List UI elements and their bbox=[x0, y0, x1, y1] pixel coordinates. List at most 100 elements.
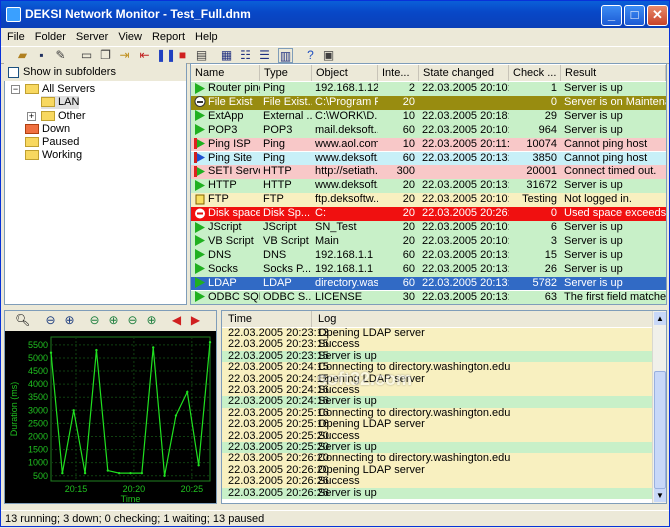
y-tick-label: 1500 bbox=[28, 445, 48, 455]
scroll-down-icon[interactable]: ▼ bbox=[654, 489, 666, 502]
wizard-icon[interactable]: ✎ bbox=[53, 48, 68, 63]
maximize-button[interactable]: □ bbox=[624, 5, 645, 26]
column-header[interactable]: Type bbox=[260, 65, 312, 81]
menu-view[interactable]: View bbox=[114, 31, 146, 43]
table-row[interactable]: ODBC SQL ODBC S... LICENSE 30 22.03.2005 20:… bbox=[191, 290, 666, 305]
log-row[interactable]: 22.03.2005 20:24:15 Connecting to directo… bbox=[222, 361, 652, 374]
large-icons-icon[interactable]: ▦ bbox=[219, 48, 234, 63]
tree-item-all-servers[interactable]: All Servers bbox=[25, 83, 95, 96]
export-icon[interactable]: ⇤ bbox=[137, 48, 152, 63]
log-col-log[interactable]: Log bbox=[318, 311, 336, 327]
tree-item-lan[interactable]: LAN bbox=[41, 96, 80, 109]
new-icon[interactable]: ▭ bbox=[79, 48, 94, 63]
zoom-out-icon[interactable]: ⊖ bbox=[43, 313, 58, 328]
server-grid: Name Type Object Inte... State changed Check … bbox=[191, 65, 666, 305]
table-row[interactable]: DNS DNS 192.168.1.1 60 22.03.2005 20:13:23 15… bbox=[191, 248, 666, 263]
data-point bbox=[163, 474, 166, 477]
tree-item-label: Paused bbox=[42, 136, 80, 148]
pause-icon[interactable]: ❚❚ bbox=[156, 48, 176, 63]
server-name: Ping ISP bbox=[208, 137, 251, 150]
table-row[interactable]: ExtApp External ... C:\WORK\D... 10 22.03.20… bbox=[191, 109, 666, 124]
cell-changed: 22.03.2005 20:13:17 bbox=[422, 179, 509, 192]
log-scrollbar[interactable]: ▲ ▼ bbox=[652, 311, 666, 503]
zoom-y-in-icon[interactable]: ⊕ bbox=[144, 313, 159, 328]
zoom-x-in-icon[interactable]: ⊕ bbox=[106, 313, 121, 328]
table-row[interactable]: Router pingPing 192.168.1.127 2 22.03.2005 … bbox=[191, 82, 666, 96]
cell-interval: 2 bbox=[408, 82, 415, 94]
folder-icon bbox=[25, 150, 39, 161]
cell-check: 1 bbox=[550, 82, 557, 94]
table-row[interactable]: FTP FTP ftp.deksoftw... 20 22.03.2005 20:10:… bbox=[191, 193, 666, 208]
column-header[interactable]: Name bbox=[191, 65, 260, 81]
table-row[interactable]: JScript JScript SN_Test 20 22.03.2005 20:10:… bbox=[191, 221, 666, 235]
cell-result: Not logged in. bbox=[564, 193, 632, 206]
cell-object: LICENSE bbox=[315, 290, 363, 303]
table-row[interactable]: Socks Socks P... 192.168.1.1 60 22.03.2005 2… bbox=[191, 262, 666, 277]
small-icons-icon[interactable]: ☷ bbox=[238, 48, 253, 63]
column-header[interactable]: State changed bbox=[419, 65, 509, 81]
properties-icon[interactable]: ▤ bbox=[194, 48, 209, 63]
table-row[interactable]: HTTP HTTP www.deksoft... 20 22.03.2005 20:13… bbox=[191, 179, 666, 194]
save-icon[interactable]: ▪ bbox=[34, 48, 49, 63]
zoom-y-out-icon[interactable]: ⊖ bbox=[125, 313, 140, 328]
zoom-in-icon[interactable]: ⊕ bbox=[62, 313, 77, 328]
help-icon[interactable]: ? bbox=[303, 48, 318, 63]
stop-icon[interactable]: ■ bbox=[175, 48, 190, 63]
subfolders-checkbox[interactable] bbox=[8, 66, 19, 78]
cell-object: www.deksoft... bbox=[315, 179, 378, 192]
menu-server[interactable]: Server bbox=[72, 31, 112, 43]
table-row[interactable]: Ping Site Ping www.deksoft... 60 22.03.2005 … bbox=[191, 151, 666, 166]
menu-help[interactable]: Help bbox=[191, 31, 222, 43]
scroll-thumb[interactable] bbox=[654, 371, 666, 489]
table-row[interactable]: LDAP LDAP directory.was... 60 22.03.2005 20:… bbox=[191, 276, 666, 291]
cell-interval: 10 bbox=[402, 109, 415, 122]
cell-interval: 20 bbox=[402, 95, 415, 108]
table-row[interactable]: VB Script VB Script Main 20 22.03.2005 20:10… bbox=[191, 234, 666, 249]
about-icon[interactable]: ▣ bbox=[321, 48, 336, 63]
tree-item-working[interactable]: Working bbox=[25, 149, 82, 162]
show-subfolders[interactable]: Show in subfolders bbox=[4, 63, 186, 81]
title-bar[interactable]: DEKSI Network Monitor - Test_Full.dnm _ … bbox=[1, 1, 669, 28]
copy-icon[interactable]: ❐ bbox=[98, 48, 113, 63]
column-header[interactable]: Result bbox=[561, 65, 666, 81]
table-row[interactable]: SETI ServerHTTP http://setiath... 300 20001… bbox=[191, 165, 666, 180]
close-button[interactable]: ✕ bbox=[647, 5, 668, 26]
cell-changed: 22.03.2005 20:13:33 bbox=[422, 276, 509, 289]
menu-file[interactable]: File bbox=[3, 31, 29, 43]
menu-folder[interactable]: Folder bbox=[31, 31, 70, 43]
log-row[interactable]: 22.03.2005 20:26:26 Server is up bbox=[222, 487, 652, 499]
status-up-icon bbox=[194, 277, 206, 289]
log-col-time[interactable]: Time bbox=[228, 311, 312, 327]
column-header[interactable]: Inte... bbox=[378, 65, 419, 81]
status-up-icon bbox=[194, 82, 206, 94]
log-row[interactable]: 22.03.2005 20:25:16 Opening LDAP server bbox=[222, 418, 652, 431]
tree-item-paused[interactable]: Paused bbox=[25, 136, 79, 149]
cell-check: Testing bbox=[522, 193, 557, 206]
scroll-right-icon[interactable]: ▶ bbox=[188, 313, 203, 328]
log-row[interactable]: 22.03.2005 20:26:26 Success bbox=[222, 475, 652, 488]
table-row[interactable]: Disk space Disk Sp... C: 20 22.03.2005 20:26… bbox=[191, 207, 666, 221]
scroll-left-icon[interactable]: ◀ bbox=[169, 313, 184, 328]
minimize-button[interactable]: _ bbox=[601, 5, 622, 26]
list-icon[interactable]: ☰ bbox=[257, 48, 272, 63]
table-row[interactable]: POP3 POP3 mail.deksoft... 60 22.03.2005 20:1… bbox=[191, 123, 666, 138]
y-tick-label: 4000 bbox=[28, 379, 48, 389]
column-header[interactable]: Check ... bbox=[509, 65, 561, 81]
zoom-icon[interactable]: 🔍︎ bbox=[15, 313, 30, 328]
data-point bbox=[83, 471, 87, 475]
tree-item-other[interactable]: Other bbox=[41, 110, 86, 123]
tree-item-down[interactable]: Down bbox=[25, 123, 70, 136]
zoom-x-out-icon[interactable]: ⊖ bbox=[87, 313, 102, 328]
scroll-up-icon[interactable]: ▲ bbox=[654, 312, 666, 325]
table-row[interactable]: Ping ISP Ping www.aol.com 10 22.03.2005 20:1… bbox=[191, 137, 666, 152]
table-row[interactable]: File Exist File Exist...C:\Program F... 20… bbox=[191, 95, 666, 110]
cell-check: 63 bbox=[544, 290, 557, 303]
import-icon[interactable]: ⇥ bbox=[117, 48, 132, 63]
tree-expander[interactable]: + bbox=[27, 112, 36, 121]
column-header[interactable]: Object bbox=[312, 65, 378, 81]
details-icon[interactable]: ▥ bbox=[278, 48, 293, 63]
open-icon[interactable]: ▰ bbox=[15, 48, 30, 63]
menu-report[interactable]: Report bbox=[148, 31, 189, 43]
cell-result: Cannot ping host bbox=[564, 137, 648, 150]
tree-expander[interactable]: − bbox=[11, 85, 20, 94]
